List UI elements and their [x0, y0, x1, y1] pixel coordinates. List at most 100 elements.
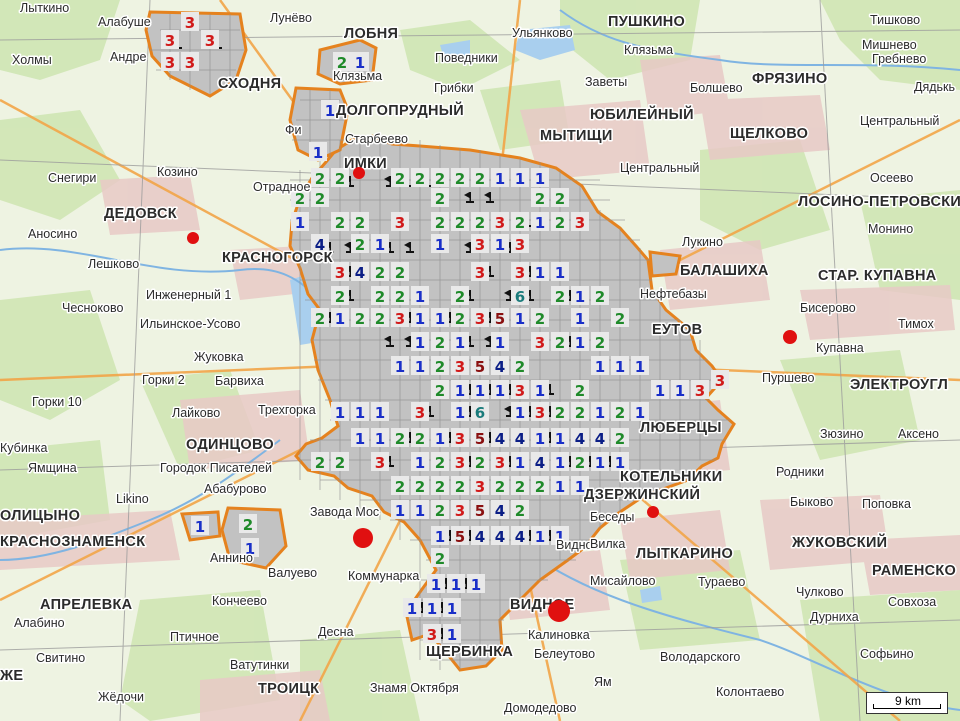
- cell-number: 3: [475, 310, 485, 328]
- cell-number: 2: [435, 454, 445, 472]
- cell-number: 4: [515, 528, 525, 546]
- scale-bar: 9 km: [866, 692, 948, 714]
- town-label-likino: Likino: [116, 492, 149, 506]
- city-label-krasnoznamensk: КРАСНОЗНАМЕНСК: [0, 534, 145, 550]
- cell-number: 2: [555, 404, 565, 422]
- cell-number: 1: [655, 382, 665, 400]
- town-label-starbeevo: Старбеево: [345, 132, 408, 146]
- town-label-zavod: Завода Мос: [310, 505, 379, 519]
- cell-number: 3: [427, 626, 437, 644]
- cell-number: 1: [471, 576, 481, 594]
- town-label-aksenovo: Аксено: [898, 427, 939, 441]
- town-label-chesnokovo: Чесноково: [62, 301, 123, 315]
- cell-number: 3: [415, 404, 425, 422]
- cell-number: 2: [515, 502, 525, 520]
- cell-number: 1: [555, 478, 565, 496]
- cell-number: 5: [475, 358, 485, 376]
- cell-number: 1: [355, 430, 365, 448]
- town-label-popovka: Поповка: [862, 497, 911, 511]
- cell-number: 2: [415, 478, 425, 496]
- cell-number: 1: [555, 454, 565, 472]
- marker-dzerzhinsky[interactable]: [647, 506, 659, 518]
- town-label-kozino: Козино: [157, 165, 198, 179]
- town-label-purshevo: Пуршево: [762, 371, 815, 385]
- marker-zavod[interactable]: [353, 528, 373, 548]
- cell-number: 2: [575, 382, 585, 400]
- cell-number: 1: [515, 170, 525, 188]
- town-label-gribki: Грибки: [434, 81, 474, 95]
- cell-number: 2: [595, 288, 605, 306]
- town-label-tsentralny-2: Центральный: [620, 161, 699, 175]
- cell-number: 1: [195, 518, 205, 536]
- cell-number: 4: [495, 502, 505, 520]
- cell-number: 2: [335, 288, 345, 306]
- city-label-pushkino: ПУШКИНО: [608, 14, 685, 30]
- cell-number: 1: [595, 358, 605, 376]
- cell-number: 1: [435, 430, 445, 448]
- town-label-zhedochi: Жёдочи: [98, 690, 144, 704]
- town-label-gorodok: Городок Писателей: [160, 461, 272, 475]
- cell-number: 3: [395, 310, 405, 328]
- cell-number: 3: [455, 454, 465, 472]
- town-label-kolontaevo: Колонтаево: [716, 685, 784, 699]
- map-view[interactable]: 33 333112 12 2 2 2 2 2 2 1 1 12 2 2 2 21 2 2 3 2 2 2 3 2 1 2 34 2 1 1…: [0, 0, 960, 721]
- cell-number: 1: [447, 626, 457, 644]
- cell-number: 6: [475, 404, 485, 422]
- cell-number: 2: [415, 430, 425, 448]
- cell-number: 1: [495, 382, 505, 400]
- cell-number: 3: [455, 502, 465, 520]
- town-label-anosino: Аносино: [28, 227, 77, 241]
- cell-number: 1: [427, 600, 437, 618]
- town-label-chulkovo: Чулково: [796, 585, 844, 599]
- town-label-znamya: Знамя Октября: [370, 681, 459, 695]
- cell-number: 2: [615, 404, 625, 422]
- town-label-bolshevo: Болшево: [690, 81, 743, 95]
- marker-vidnoe[interactable]: [548, 600, 570, 622]
- marker-khimki[interactable]: [353, 167, 365, 179]
- cell-number: 4: [535, 454, 545, 472]
- cell-number: 3: [575, 214, 585, 232]
- town-label-ulyankovo: Ульянково: [512, 26, 573, 40]
- cell-number: 2: [555, 288, 565, 306]
- cell-number: 1: [455, 382, 465, 400]
- town-label-koncheevo: Кончеево: [212, 594, 267, 608]
- cell-number: 2: [615, 430, 625, 448]
- cell-number: 1: [555, 430, 565, 448]
- town-label-zyuzino: Зюзино: [820, 427, 864, 441]
- town-label-lukino: Лукино: [682, 235, 723, 249]
- cell-number: 4: [595, 430, 605, 448]
- cell-number: 2: [435, 214, 445, 232]
- cell-number: 3: [455, 358, 465, 376]
- town-label-besedy: Беседы: [590, 510, 634, 524]
- city-label-skhodnya: СХОДНЯ: [218, 76, 281, 92]
- cell-number: 3: [335, 264, 345, 282]
- cell-number: 2: [395, 430, 405, 448]
- cell-number: 3: [495, 454, 505, 472]
- cell-number: 3: [165, 54, 175, 72]
- cell-number: 1: [295, 214, 305, 232]
- cell-number: 1: [475, 382, 485, 400]
- town-label-lunevo: Лунёво: [270, 11, 312, 25]
- cell-number: 4: [495, 430, 505, 448]
- marker-kupavna[interactable]: [783, 330, 797, 344]
- cell-number: 1: [335, 310, 345, 328]
- cell-number: 1: [615, 358, 625, 376]
- cell-number: 2: [435, 550, 445, 568]
- town-label-lytkino: Лыткино: [20, 1, 69, 15]
- cell-number: 4: [475, 528, 485, 546]
- cell-number: 1: [555, 264, 565, 282]
- town-label-zavety: Заветы: [585, 75, 627, 89]
- cell-number: 2: [455, 478, 465, 496]
- cell-number: 2: [515, 478, 525, 496]
- cell-number: 3: [715, 372, 725, 390]
- cell-number: 1: [495, 170, 505, 188]
- town-label-alabino: Алабино: [14, 616, 65, 630]
- cell-number: 1: [415, 310, 425, 328]
- town-label-valuevo: Валуево: [268, 566, 317, 580]
- cell-number: 3: [185, 54, 195, 72]
- cell-number: 2: [435, 502, 445, 520]
- marker-dedovsk[interactable]: [187, 232, 199, 244]
- cell-number: 2: [535, 310, 545, 328]
- cell-number: 1: [535, 264, 545, 282]
- cell-number: 2: [435, 170, 445, 188]
